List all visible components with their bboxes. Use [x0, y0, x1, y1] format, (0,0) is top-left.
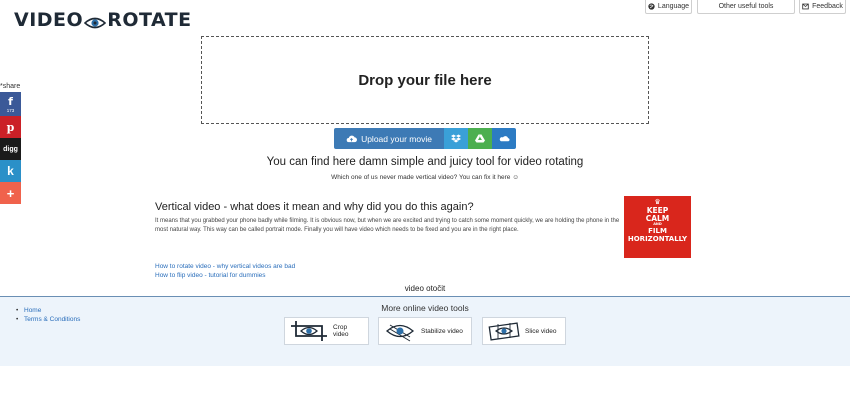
crop-video-label: Crop video — [333, 324, 349, 338]
file-dropzone[interactable]: Drop your file here — [201, 36, 649, 124]
dropbox-button[interactable] — [444, 128, 468, 149]
feedback-icon — [802, 3, 809, 10]
eye-icon — [83, 13, 107, 29]
facebook-share-count: 173 — [6, 107, 15, 113]
logo-text-right: ROTATE — [107, 9, 192, 31]
poster-line-2: CALM — [645, 213, 670, 223]
pinterest-icon: p — [6, 120, 15, 134]
stabilize-video-label: Stabilize video — [421, 327, 463, 335]
dropzone-label: Drop your file here — [358, 71, 492, 89]
google-drive-button[interactable] — [468, 128, 492, 149]
article-text: It means that you grabbed your phone bad… — [155, 218, 620, 233]
feedback-button[interactable]: Feedback — [799, 0, 846, 14]
other-tools-button[interactable]: Other useful tools — [697, 0, 795, 14]
upload-bar: Upload your movie — [334, 128, 516, 149]
crop-icon — [291, 321, 327, 341]
upload-label: Upload your movie — [361, 133, 432, 144]
stabilize-icon — [385, 324, 415, 342]
other-tools-label: Other useful tools — [718, 3, 774, 10]
share-label: *share — [0, 83, 21, 90]
link-flip-video-tutorial[interactable]: How to flip video - tutorial for dummies — [155, 272, 266, 279]
language-label: Language — [657, 3, 690, 10]
onedrive-icon — [499, 136, 510, 142]
language-button[interactable]: Language — [645, 0, 692, 14]
share-pinterest-button[interactable]: p — [0, 116, 21, 138]
google-drive-icon — [475, 134, 485, 143]
footer: Home Terms & Conditions More online vide… — [0, 296, 850, 366]
poster-line-5: HORIZONTALLY — [627, 234, 688, 243]
dropbox-icon — [451, 134, 461, 143]
upload-movie-button[interactable]: Upload your movie — [334, 128, 444, 149]
share-facebook-button[interactable]: f 173 — [0, 92, 21, 116]
page-subline: Which one of us never made vertical vide… — [331, 174, 519, 181]
logo-text-left: VIDEO — [14, 9, 84, 31]
footer-link-terms[interactable]: Terms & Conditions — [16, 316, 80, 325]
crop-video-tool[interactable]: Crop video — [284, 317, 369, 345]
page-headline: You can find here damn simple and juicy … — [266, 156, 584, 168]
slice-icon — [488, 322, 520, 341]
poster-line-3: AND — [653, 222, 662, 226]
slice-video-tool[interactable]: Slice video — [482, 317, 566, 345]
onedrive-button[interactable] — [492, 128, 516, 149]
plus-icon: + — [6, 185, 15, 201]
article-title: Vertical video - what does it mean and w… — [155, 201, 474, 213]
crown-icon: ♛ — [654, 198, 661, 206]
globe-icon — [648, 3, 655, 10]
digg-icon: digg — [3, 145, 18, 153]
site-logo[interactable]: VIDEO ROTATE — [14, 9, 192, 31]
poster-line-4: FILM — [648, 226, 667, 235]
stabilize-video-tool[interactable]: Stabilize video — [378, 317, 472, 345]
slice-video-label: Slice video — [525, 327, 557, 335]
link-rotate-video-article[interactable]: How to rotate video - why vertical video… — [155, 263, 295, 270]
feedback-label: Feedback — [812, 3, 843, 10]
cloud-upload-icon — [346, 135, 358, 142]
footer-caption: video otočit — [404, 284, 446, 293]
more-tools-title: More online video tools — [381, 303, 469, 313]
facebook-icon: f — [8, 94, 13, 108]
keep-calm-poster: ♛ KEEP CALM AND FILM HORIZONTALLY — [624, 196, 691, 258]
share-more-button[interactable]: + — [0, 182, 21, 204]
